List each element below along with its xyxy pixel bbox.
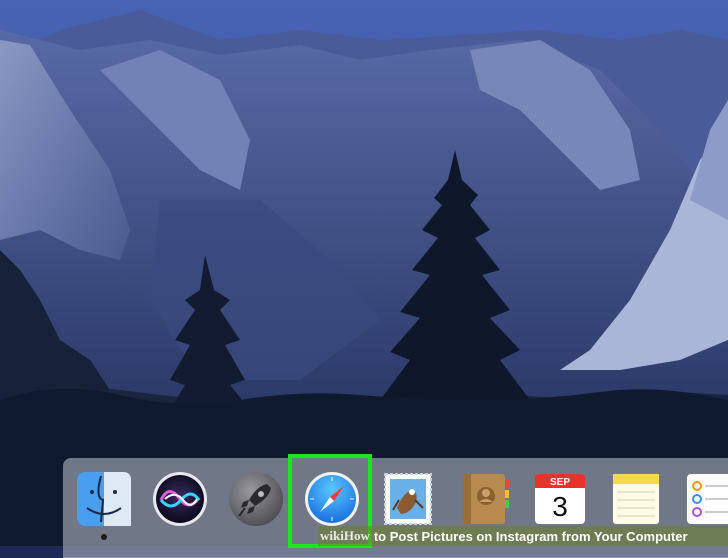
caption-brand: wiki: [320, 528, 344, 543]
dock-item-launchpad[interactable]: [227, 470, 285, 528]
dock-item-safari[interactable]: [303, 470, 361, 528]
safari-compass-icon: [305, 472, 359, 526]
dock-item-reminders[interactable]: [683, 470, 728, 528]
dock-item-contacts[interactable]: [455, 470, 513, 528]
dock-item-notes[interactable]: [607, 470, 665, 528]
running-indicator: [101, 534, 107, 540]
dock-item-finder[interactable]: [75, 470, 133, 540]
caption-bar: wiki How to Post Pictures on Instagram f…: [318, 526, 728, 546]
launchpad-rocket-icon: [229, 472, 283, 526]
dock-item-siri[interactable]: [151, 470, 209, 528]
reminders-icon: [687, 474, 728, 524]
caption-title: to Post Pictures on Instagram from Your …: [373, 528, 688, 544]
notes-icon: [613, 474, 659, 524]
calendar-day: 3: [552, 491, 568, 522]
mail-stamp-icon: [384, 473, 432, 525]
dock-item-mail[interactable]: [379, 470, 437, 528]
calendar-month: SEP: [550, 477, 570, 488]
finder-icon: [77, 472, 131, 526]
siri-icon: [153, 472, 207, 526]
calendar-icon: SEP 3: [535, 474, 585, 524]
dock-item-calendar[interactable]: SEP 3: [531, 470, 589, 528]
caption-how: How: [343, 528, 370, 543]
contacts-book-icon: [463, 474, 509, 524]
